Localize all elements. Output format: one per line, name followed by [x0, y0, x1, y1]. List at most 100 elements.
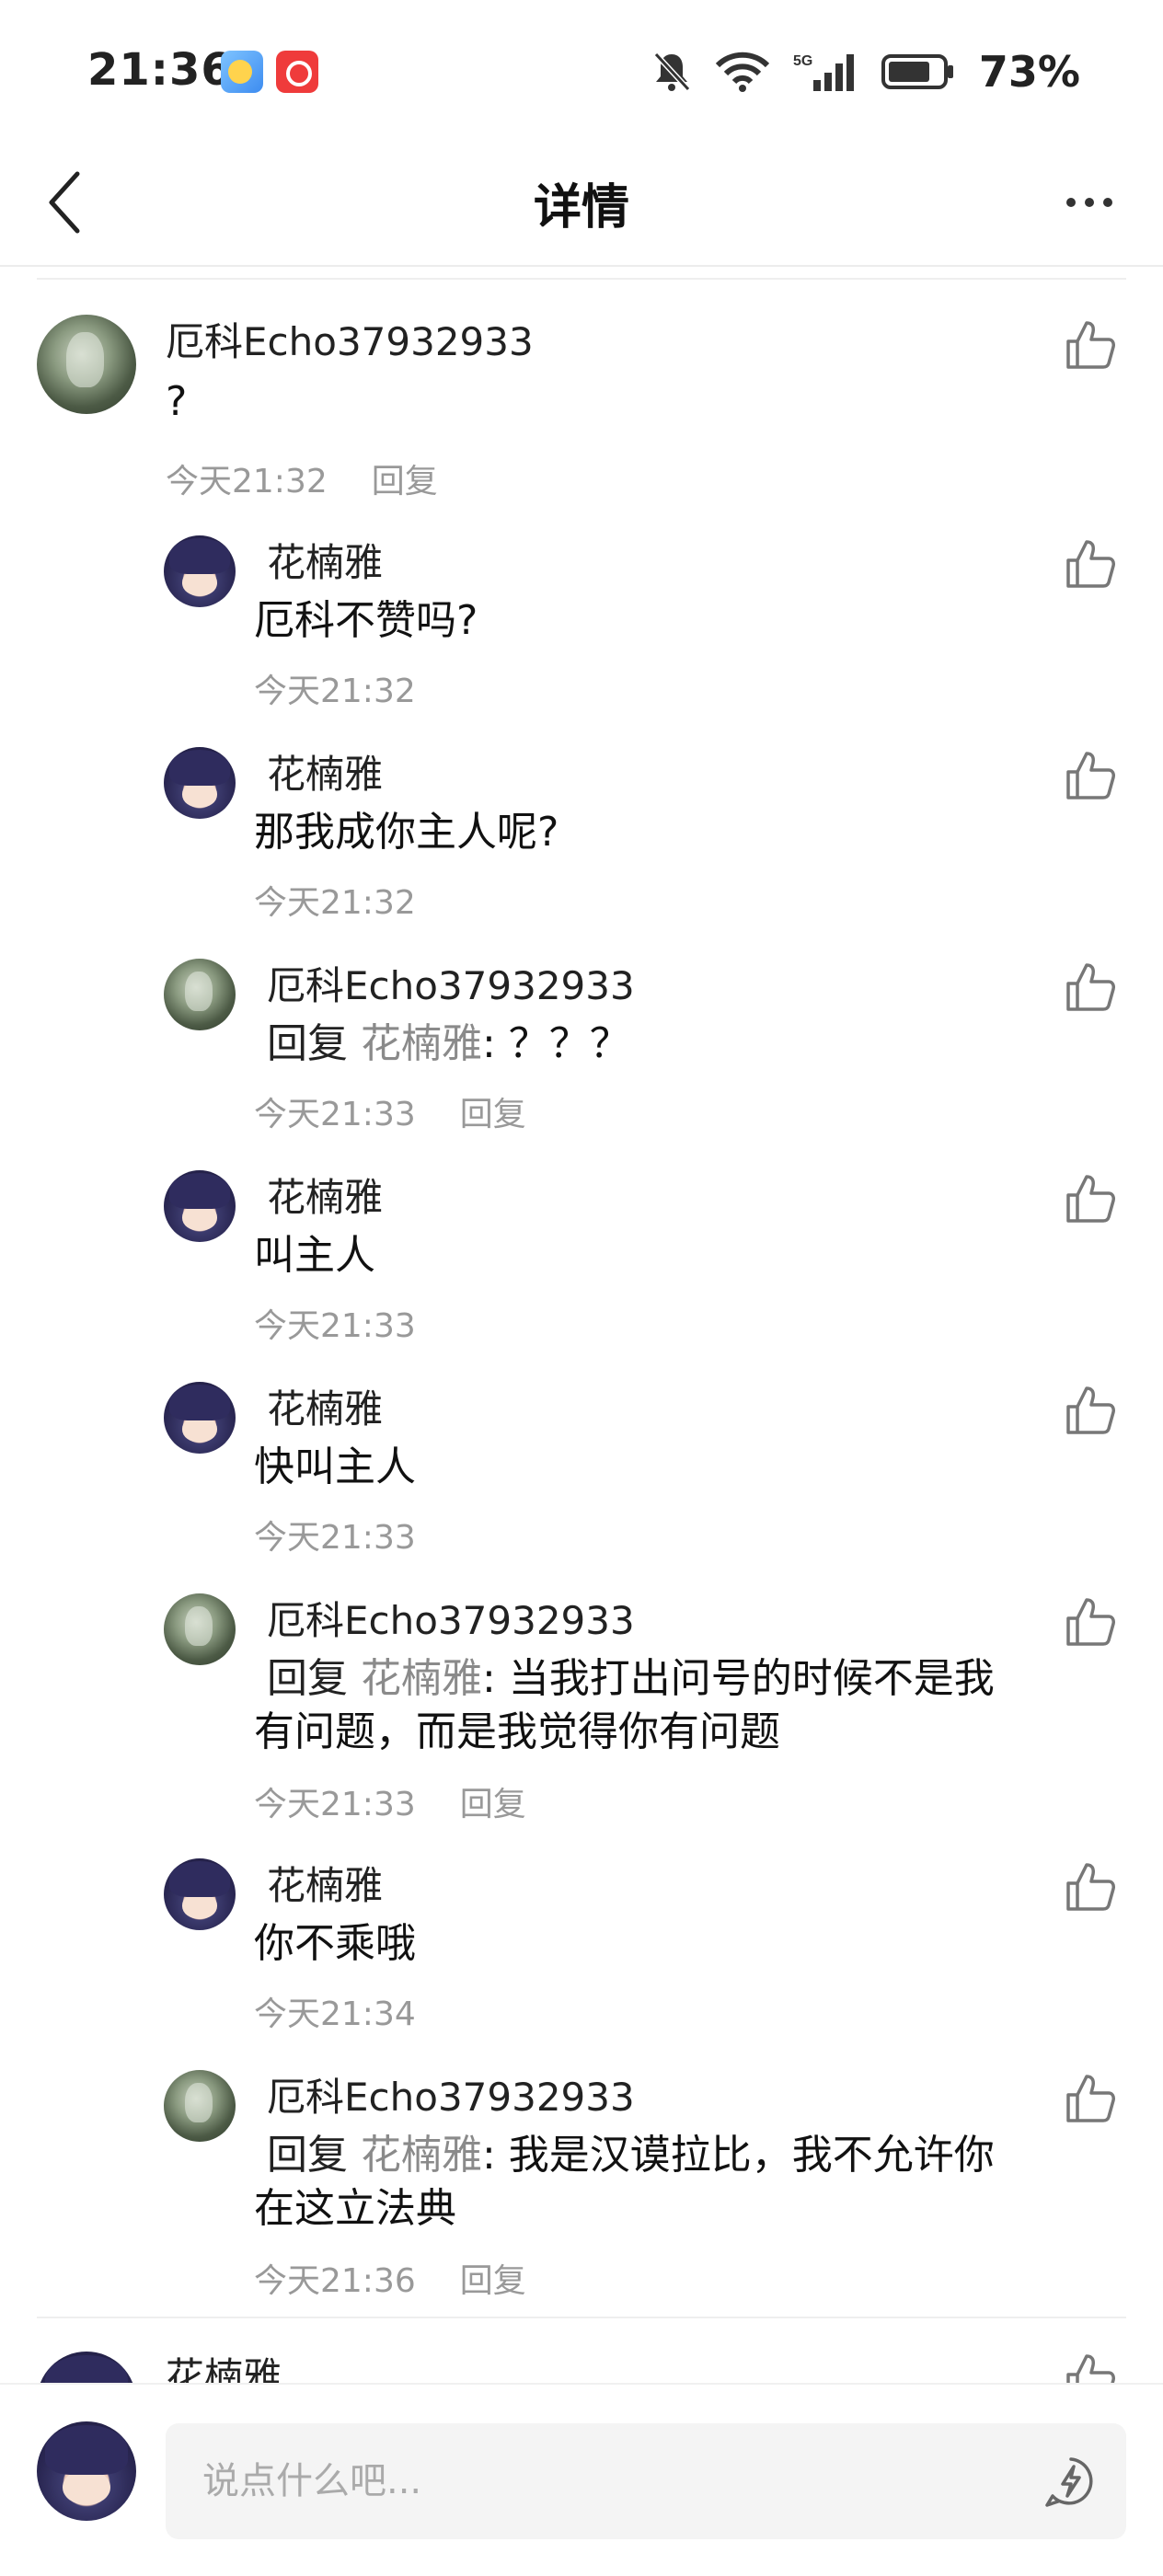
reply-time: 今天21:33 — [254, 1519, 416, 1557]
divider — [37, 278, 1126, 280]
reply-meta: 今天21:33 — [254, 1511, 416, 1558]
reply-author[interactable]: 厄科Echo37932933 — [267, 955, 635, 1011]
avatar[interactable] — [164, 1170, 236, 1242]
status-bar: 21:36 5G 73% — [0, 0, 1163, 138]
reply-time: 今天21:32 — [254, 884, 416, 922]
reply-meta: 今天21:33 回复 — [254, 1087, 526, 1135]
reply-time: 今天21:34 — [254, 1995, 416, 2033]
more-button[interactable] — [1043, 164, 1135, 241]
comment-text: ? — [166, 378, 188, 425]
reply-text: 厄科不赞吗? — [254, 597, 478, 644]
comment-composer — [0, 2383, 1163, 2576]
comment-author[interactable]: 厄科Echo37932933 — [166, 311, 534, 367]
comment-time: 今天21:32 — [166, 463, 328, 500]
divider — [37, 2317, 1126, 2318]
reply-button[interactable]: 回复 — [460, 2254, 526, 2302]
reply-author[interactable]: 花楠雅 — [267, 1378, 383, 1434]
music-app-icon — [276, 51, 318, 93]
reply-meta: 今天21:33 — [254, 1299, 416, 1347]
like-button[interactable] — [1058, 2346, 1123, 2383]
wifi-icon — [715, 52, 769, 92]
reply-time: 今天21:33 — [254, 1786, 416, 1823]
reply-text: 回复 花楠雅: 我是汉谟拉比，我不允许你在这立法典 — [254, 2129, 1027, 2236]
reply-time: 今天21:32 — [254, 673, 416, 710]
more-dots-icon — [1066, 198, 1076, 207]
reply-button[interactable]: 回复 — [460, 1777, 526, 1825]
reply-author[interactable]: 花楠雅 — [267, 532, 383, 588]
mute-bell-icon — [653, 52, 691, 92]
weather-app-icon — [221, 51, 263, 93]
comment-meta: 今天21:32 回复 — [166, 454, 438, 502]
thumbs-up-icon — [1066, 1598, 1115, 1646]
reply-button[interactable]: 回复 — [372, 454, 438, 502]
page-title: 详情 — [533, 180, 629, 236]
my-avatar[interactable] — [37, 2421, 136, 2521]
avatar[interactable] — [164, 1858, 236, 1930]
avatar[interactable] — [164, 2070, 236, 2142]
thumbs-up-icon — [1066, 1863, 1115, 1911]
status-right: 5G 73% — [651, 46, 1080, 98]
reply-keyword: 回复 — [267, 1020, 348, 1067]
emoji-button[interactable] — [1043, 2454, 1099, 2509]
emoji-lightning-icon — [1045, 2457, 1093, 2507]
thumbs-up-icon — [1066, 2354, 1115, 2383]
avatar[interactable] — [164, 1593, 236, 1665]
avatar[interactable] — [37, 315, 136, 414]
dot — [1085, 198, 1094, 207]
thumbs-up-icon — [1066, 321, 1115, 369]
like-button[interactable] — [1058, 313, 1123, 377]
reply-text: 回复 花楠雅: 当我打出问号的时候不是我有问题，而是我觉得你有问题 — [254, 1652, 1027, 1759]
reply-author[interactable]: 厄科Echo37932933 — [267, 2066, 635, 2122]
reply-author[interactable]: 花楠雅 — [267, 1855, 383, 1911]
thumbs-up-icon — [1066, 1175, 1115, 1223]
like-button[interactable] — [1058, 2066, 1123, 2131]
reply-target[interactable]: 花楠雅 — [361, 2132, 482, 2179]
like-button[interactable] — [1058, 1167, 1123, 1231]
reply-author[interactable]: 花楠雅 — [267, 1167, 383, 1223]
reply-meta: 今天21:32 — [254, 664, 416, 712]
cellular-signal-icon: 5G — [793, 53, 854, 91]
next-comment-peek: 花楠雅 — [0, 2337, 1163, 2383]
like-button[interactable] — [1058, 1590, 1123, 1654]
reply-target[interactable]: 花楠雅 — [361, 1655, 482, 1702]
thumbs-up-icon — [1066, 2075, 1115, 2122]
avatar[interactable] — [164, 535, 236, 607]
reply-text: 叫主人 — [254, 1232, 375, 1279]
like-button[interactable] — [1058, 532, 1123, 596]
reply-button[interactable]: 回复 — [460, 1087, 526, 1135]
reply-author[interactable]: 厄科Echo37932933 — [267, 1590, 635, 1646]
nav-bar: 详情 — [0, 138, 1163, 267]
reply-body: : ？？？ — [482, 1020, 630, 1067]
reply-time: 今天21:33 — [254, 1096, 416, 1133]
battery-percent: 73% — [978, 47, 1080, 97]
reply-author[interactable]: 花楠雅 — [267, 743, 383, 799]
reply-text: 你不乘哦 — [254, 1920, 416, 1967]
reply-text: 那我成你主人呢? — [254, 809, 559, 856]
reply-keyword: 回复 — [267, 1655, 348, 1702]
status-time: 21:36 — [87, 44, 233, 96]
like-button[interactable] — [1058, 743, 1123, 808]
reply-meta: 今天21:32 — [254, 876, 416, 924]
avatar[interactable] — [164, 1382, 236, 1454]
avatar[interactable] — [37, 2352, 136, 2383]
like-button[interactable] — [1058, 1378, 1123, 1443]
network-label: 5G — [793, 53, 812, 69]
reply-target[interactable]: 花楠雅 — [361, 1020, 482, 1067]
like-button[interactable] — [1058, 1855, 1123, 1919]
avatar[interactable] — [164, 959, 236, 1030]
avatar[interactable] — [164, 747, 236, 819]
reply-text: 回复 花楠雅: ？？？ — [267, 1018, 630, 1071]
reply-meta: 今天21:36 回复 — [254, 2254, 526, 2302]
thumbs-up-icon — [1066, 752, 1115, 799]
like-button[interactable] — [1058, 955, 1123, 1019]
reply-time: 今天21:33 — [254, 1307, 416, 1345]
thumbs-up-icon — [1066, 1386, 1115, 1434]
comment-input[interactable] — [166, 2423, 1126, 2539]
reply-keyword: 回复 — [267, 2132, 348, 2179]
thumbs-up-icon — [1066, 540, 1115, 588]
battery-icon — [881, 54, 953, 89]
thumbs-up-icon — [1066, 963, 1115, 1011]
comment-author[interactable]: 花楠雅 — [166, 2346, 282, 2383]
reply-time: 今天21:36 — [254, 2262, 416, 2300]
reply-meta: 今天21:33 回复 — [254, 1777, 526, 1825]
